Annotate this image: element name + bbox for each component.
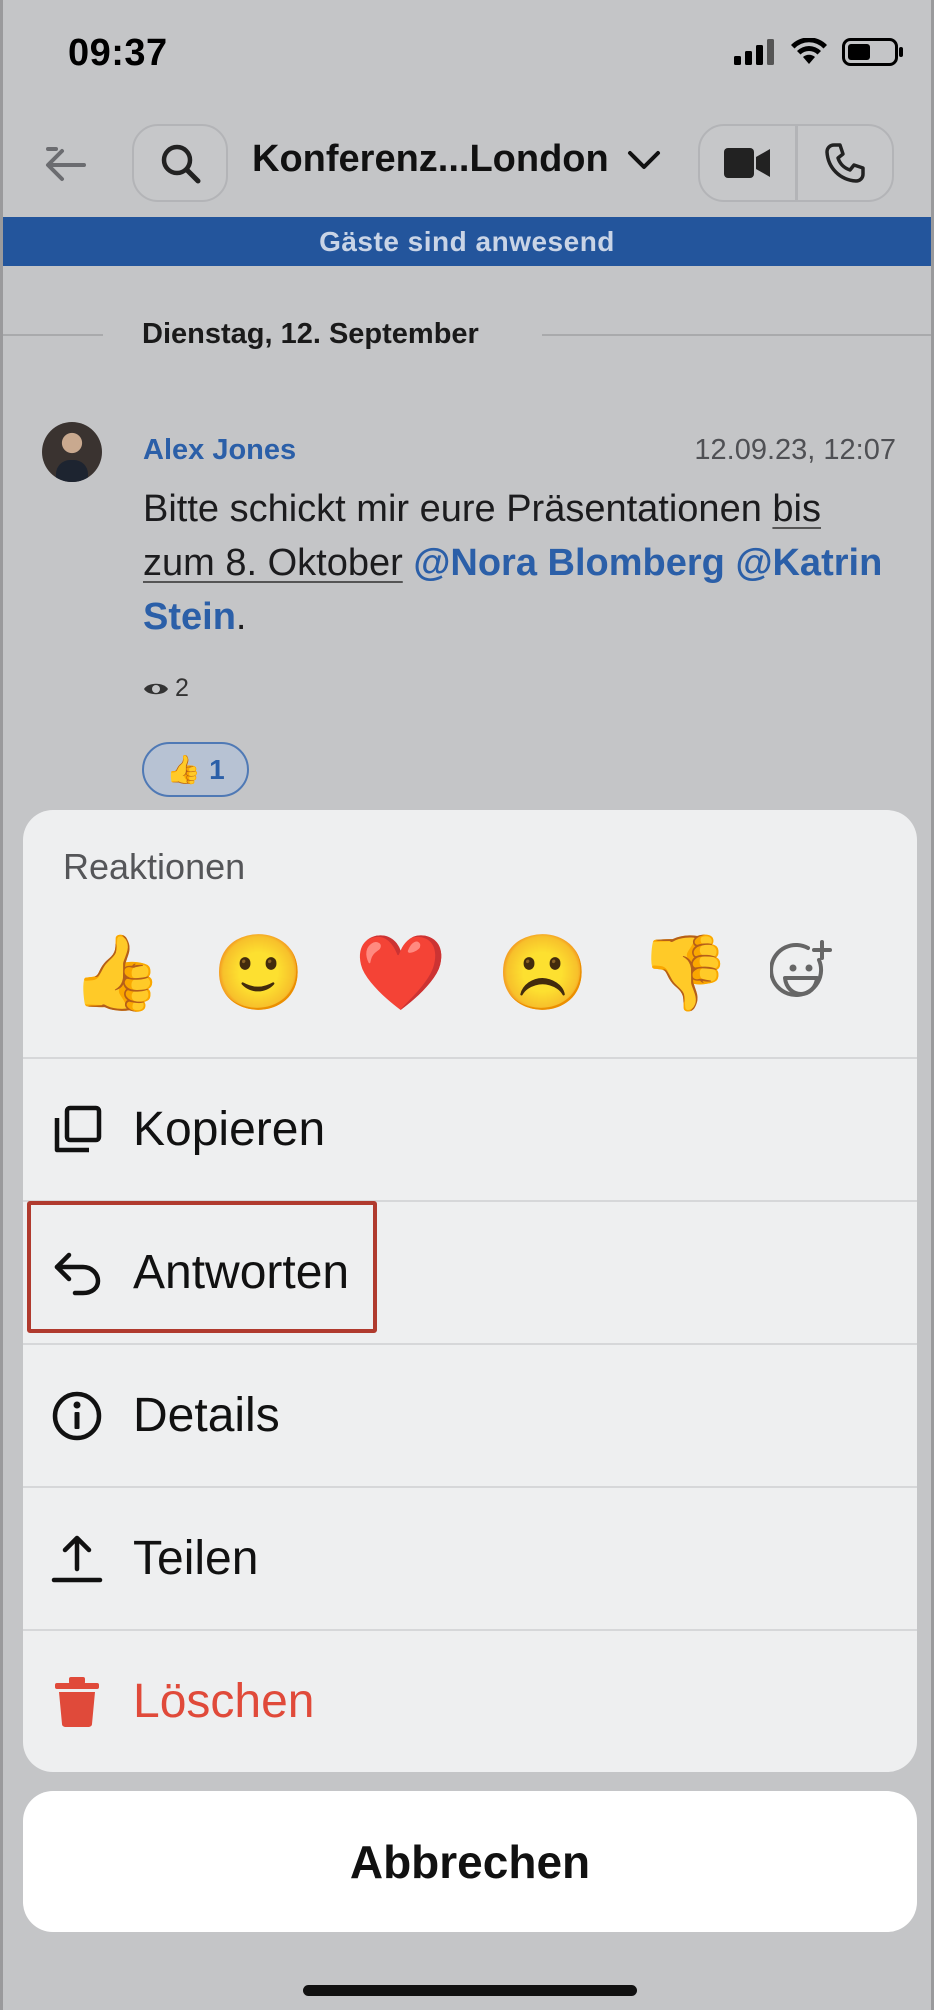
- cellular-signal-icon: [734, 39, 774, 65]
- status-time: 09:37: [68, 32, 168, 74]
- date-label: Dienstag, 12. September: [142, 318, 479, 350]
- nav-bar: Konferenz...London: [0, 110, 934, 216]
- search-icon: [161, 144, 201, 184]
- message-text-part: Bitte schickt mir eure Präsentationen: [143, 488, 773, 530]
- divider: [542, 334, 932, 336]
- delete-label: Löschen: [133, 1675, 315, 1728]
- message-text-part: [725, 542, 736, 584]
- info-icon: [49, 1388, 105, 1444]
- reaction-heart[interactable]: ❤️: [351, 918, 451, 1028]
- mention-link[interactable]: @Nora Blomberg: [413, 542, 725, 584]
- emoji: 🙂: [212, 931, 306, 1014]
- copy-label: Kopieren: [133, 1103, 326, 1156]
- emoji: 👎: [638, 931, 732, 1014]
- add-emoji-icon: [770, 940, 832, 997]
- reaction-thumbs-up[interactable]: 👍: [67, 918, 167, 1028]
- voice-call-button[interactable]: [794, 126, 893, 200]
- emoji: ❤️: [354, 931, 448, 1014]
- reaction-smile[interactable]: 🙂: [209, 918, 309, 1028]
- call-button-group: [698, 124, 894, 202]
- date-separator: Dienstag, 12. September: [0, 312, 934, 358]
- reaction-count: 1: [209, 753, 225, 785]
- sender-name[interactable]: Alex Jones: [143, 434, 296, 467]
- reaction-emoji: 👍: [166, 754, 202, 785]
- battery-icon: [842, 38, 903, 66]
- divider: [3, 334, 103, 336]
- copy-icon: [49, 1102, 105, 1158]
- share-label: Teilen: [133, 1532, 259, 1585]
- avatar[interactable]: [42, 422, 102, 482]
- video-call-button[interactable]: [700, 126, 795, 200]
- emoji: 👍: [70, 931, 164, 1014]
- message-text: Bitte schickt mir eure Präsentationen bi…: [143, 482, 903, 644]
- emoji: ☹️: [496, 931, 590, 1014]
- read-receipt[interactable]: 2: [143, 674, 189, 703]
- phone-icon: [825, 143, 865, 183]
- reaction-chip[interactable]: 👍 1: [142, 742, 249, 797]
- message-text-part: [403, 542, 414, 584]
- trash-icon: [49, 1674, 105, 1730]
- reply-label: Antworten: [133, 1246, 350, 1299]
- share-icon: [49, 1531, 105, 1587]
- share-action[interactable]: Teilen: [23, 1487, 917, 1629]
- reply-icon: [49, 1245, 105, 1301]
- add-reaction-button[interactable]: [753, 918, 853, 1028]
- chevron-down-icon: [627, 150, 660, 169]
- home-indicator[interactable]: [303, 1985, 637, 1996]
- reactions-title: Reaktionen: [63, 846, 246, 887]
- reaction-frown[interactable]: ☹️: [493, 918, 593, 1028]
- phone-screen: 09:37 Konferenz...London Gäste sind anwe…: [0, 0, 934, 2010]
- details-action[interactable]: Details: [23, 1344, 917, 1486]
- reply-action[interactable]: Antworten: [23, 1201, 917, 1343]
- wifi-icon: [791, 38, 827, 64]
- reaction-thumbs-down[interactable]: 👎: [635, 918, 735, 1028]
- chat-title-dropdown[interactable]: Konferenz...London: [252, 138, 661, 181]
- message-timestamp: 12.09.23, 12:07: [694, 434, 896, 466]
- back-button[interactable]: [34, 138, 94, 188]
- cancel-button[interactable]: Abbrechen: [23, 1791, 917, 1932]
- details-label: Details: [133, 1389, 280, 1442]
- search-button[interactable]: [132, 124, 228, 202]
- action-sheet: Reaktionen 👍 🙂 ❤️ ☹️ 👎 Kopieren Antworte…: [23, 810, 917, 1772]
- guest-banner: Gäste sind anwesend: [3, 217, 931, 266]
- delete-action[interactable]: Löschen: [23, 1630, 917, 1772]
- video-camera-icon: [724, 148, 771, 178]
- message-text-part: .: [235, 596, 247, 638]
- status-bar: 09:37: [0, 0, 934, 110]
- eye-icon: [144, 683, 168, 694]
- seen-count: 2: [175, 674, 189, 702]
- chat-title: Konferenz...London: [252, 138, 609, 180]
- back-arrow-icon: [46, 147, 86, 181]
- copy-action[interactable]: Kopieren: [23, 1058, 917, 1200]
- reaction-picker: 👍 🙂 ❤️ ☹️ 👎: [23, 918, 917, 1028]
- status-icons: [734, 38, 904, 66]
